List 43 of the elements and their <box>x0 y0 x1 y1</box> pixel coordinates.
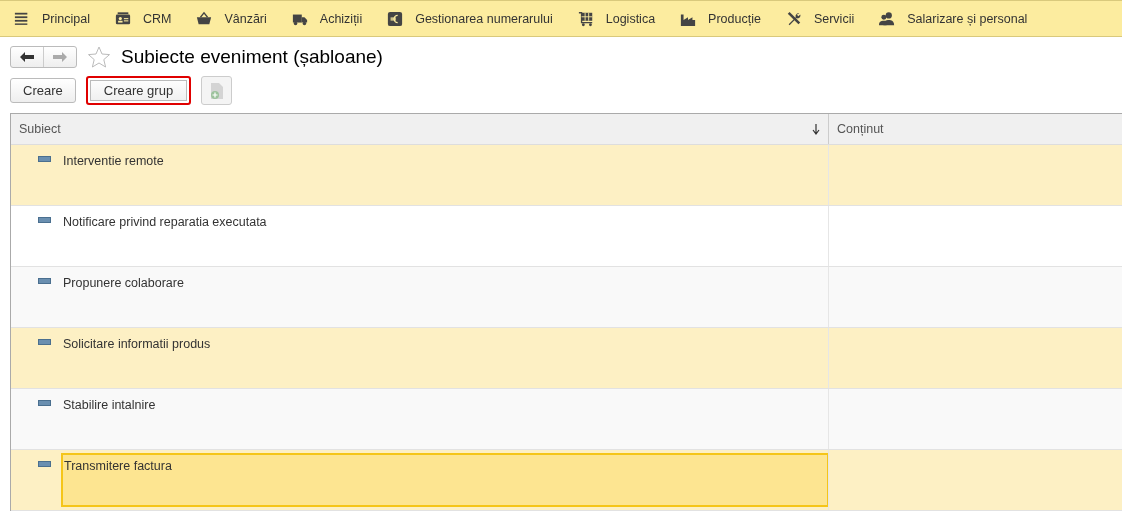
menu-tab[interactable]: Principal <box>0 10 102 27</box>
item-icon <box>38 339 51 345</box>
column-header[interactable]: Subiect <box>11 114 828 144</box>
item-icon <box>38 278 51 284</box>
item-icon <box>38 217 51 223</box>
item-icon <box>38 400 51 406</box>
copy-button[interactable] <box>201 76 233 105</box>
back-arrow-icon <box>20 52 34 62</box>
menu-tab[interactable]: Achiziții <box>278 10 375 27</box>
table-row[interactable]: Notificare privind reparatia executata <box>11 206 1122 267</box>
menu-tab[interactable]: CRM <box>101 10 184 27</box>
people-icon <box>879 10 896 27</box>
table-row[interactable]: Transmitere factura <box>11 450 1122 511</box>
item-icon <box>38 461 51 467</box>
menu-tab[interactable]: Vânzări <box>183 10 279 27</box>
tools-icon <box>785 10 802 27</box>
table-cell-text: Propunere colaborare <box>62 275 185 292</box>
menu-icon <box>14 10 30 27</box>
table-cell-text: Solicitare informatii produs <box>62 336 212 353</box>
table-cell-text: Notificare privind reparatia executata <box>62 214 268 231</box>
cart-icon <box>577 10 594 27</box>
id-card-icon <box>114 10 131 27</box>
table-row[interactable]: Solicitare informatii produs <box>11 328 1122 389</box>
create-group-button[interactable]: Creare grup <box>85 76 192 105</box>
create-button[interactable]: Creare <box>10 78 76 103</box>
table-cell-text: Stabilire intalnire <box>62 397 157 414</box>
basket-icon <box>196 10 213 27</box>
star-icon[interactable] <box>87 45 111 69</box>
column-header[interactable]: Conținut <box>828 114 1122 144</box>
menu-tab[interactable]: Servicii <box>772 10 867 27</box>
menu-tab[interactable]: Logistica <box>564 10 668 27</box>
table-row[interactable]: Interventie remote <box>11 145 1122 206</box>
table-cell: Transmitere factura <box>61 453 829 507</box>
table-row[interactable]: Stabilire intalnire <box>11 389 1122 450</box>
item-icon <box>38 156 51 162</box>
forward-arrow-icon <box>53 52 67 62</box>
document-add-icon <box>208 81 225 100</box>
page-title: Subiecte eveniment (șabloane) <box>121 46 383 68</box>
menu-tab[interactable]: Producție <box>667 10 773 27</box>
menu-tab[interactable]: Salarizare și personal <box>866 10 1040 27</box>
table-row[interactable]: Propunere colaborare <box>11 267 1122 328</box>
menu-tab[interactable]: Gestionarea numerarului <box>374 10 565 27</box>
table-cell-text: Interventie remote <box>62 153 165 170</box>
